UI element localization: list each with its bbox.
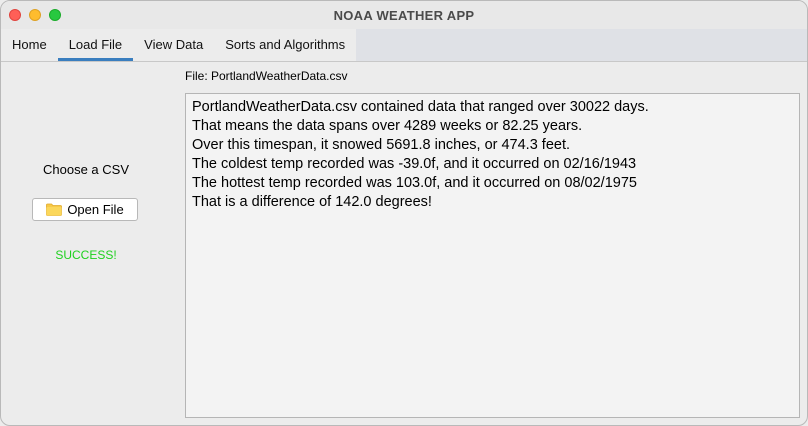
- close-window-button[interactable]: [9, 9, 21, 21]
- output-text-area[interactable]: PortlandWeatherData.csv contained data t…: [185, 93, 800, 418]
- output-line: That means the data spans over 4289 week…: [192, 118, 583, 134]
- minimize-window-button[interactable]: [29, 9, 41, 21]
- open-file-label: Open File: [67, 202, 124, 217]
- tab-view-data[interactable]: View Data: [133, 29, 214, 61]
- output-line: PortlandWeatherData.csv contained data t…: [192, 99, 649, 115]
- folder-icon: [46, 203, 63, 216]
- app-window: NOAA WEATHER APP Home Load File View Dat…: [0, 0, 808, 426]
- window-title: NOAA WEATHER APP: [333, 7, 475, 23]
- output-line: Over this timespan, it snowed 5691.8 inc…: [192, 137, 571, 153]
- file-name-label: File: PortlandWeatherData.csv: [185, 69, 348, 83]
- output-line: The hottest temp recorded was 103.0f, an…: [192, 175, 637, 191]
- tab-home[interactable]: Home: [1, 29, 58, 61]
- choose-csv-label: Choose a CSV: [43, 162, 129, 177]
- output-line: The coldest temp recorded was -39.0f, an…: [192, 156, 637, 172]
- tab-sorts-and-algorithms[interactable]: Sorts and Algorithms: [214, 29, 356, 61]
- load-panel: Choose a CSV Open File SUCCESS!: [1, 62, 171, 425]
- status-text: SUCCESS!: [55, 248, 117, 262]
- open-file-button[interactable]: Open File: [32, 198, 138, 221]
- maximize-window-button[interactable]: [49, 9, 61, 21]
- output-line: That is a difference of 142.0 degrees!: [192, 194, 432, 210]
- title-bar: NOAA WEATHER APP: [1, 1, 807, 29]
- tab-load-file[interactable]: Load File: [57, 29, 134, 61]
- tab-bar: Home Load File View Data Sorts and Algor…: [1, 29, 807, 62]
